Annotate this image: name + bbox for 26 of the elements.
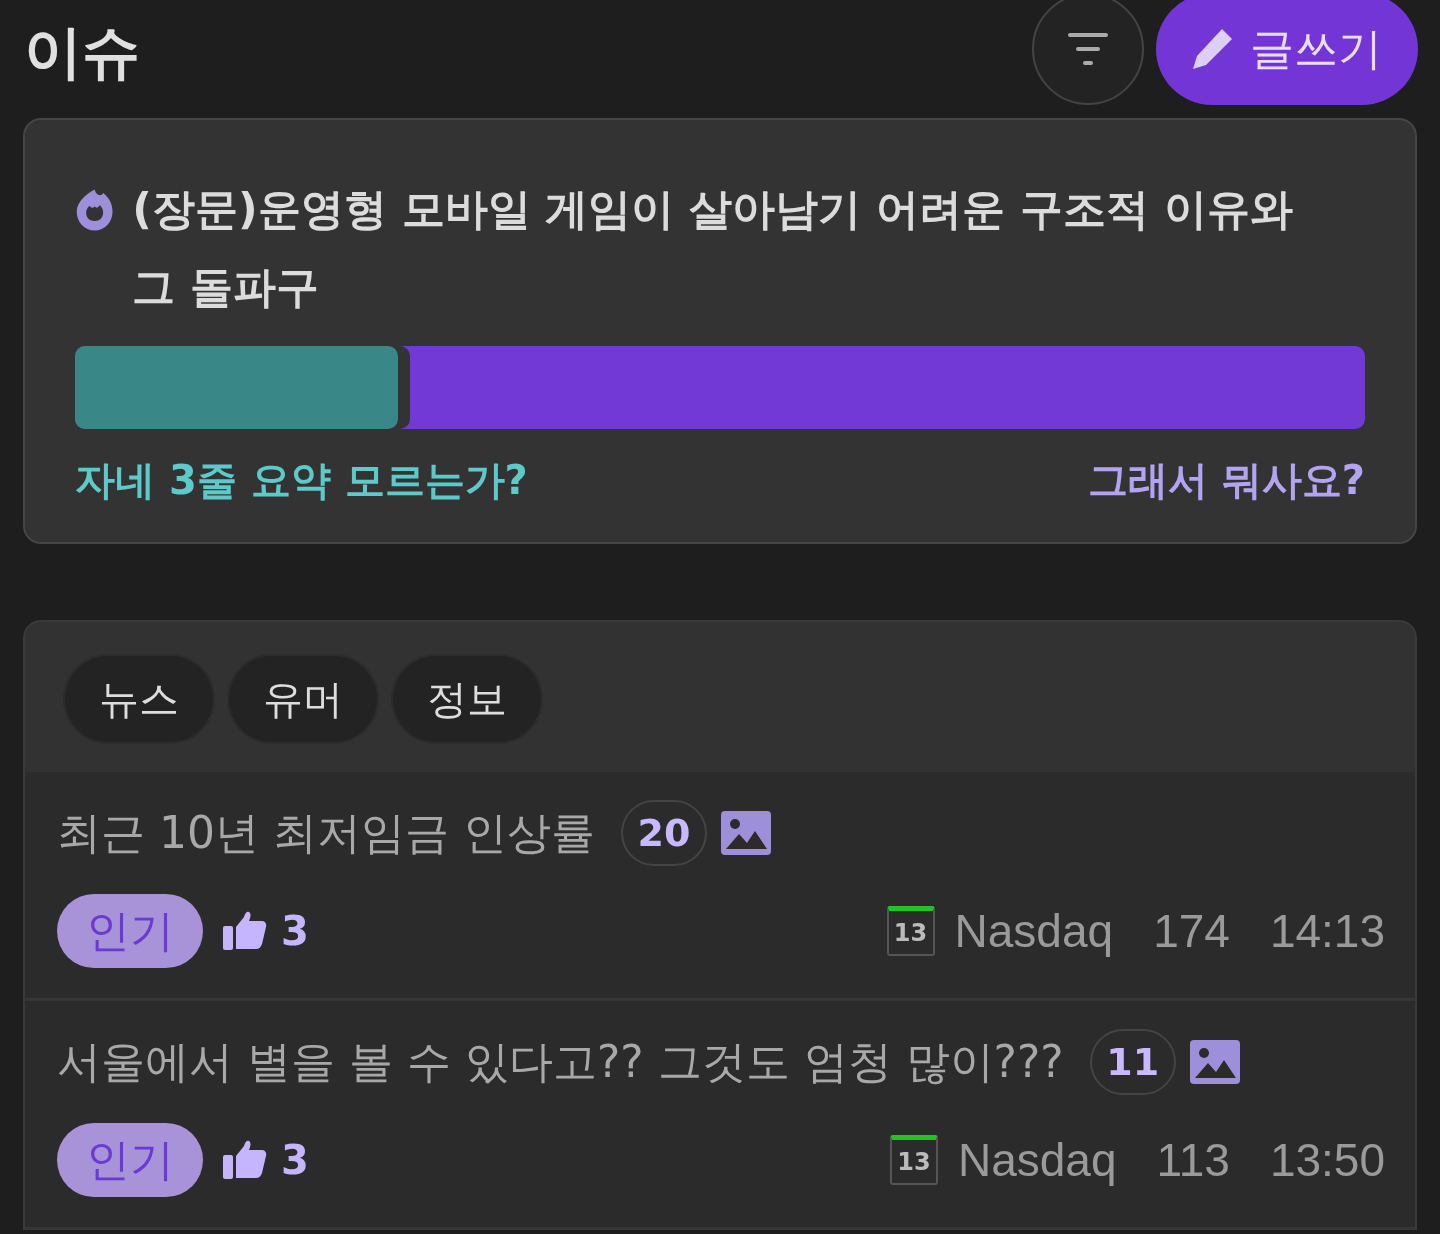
post-time: 13:50 [1269, 1133, 1385, 1187]
popular-badge: 인기 [57, 1123, 203, 1197]
poll-option-label: 그래서 뭐사요? [1087, 456, 1365, 505]
author-name: Nasdaq [954, 904, 1114, 958]
popular-badge: 인기 [57, 894, 203, 968]
page-title: 이슈 [24, 17, 141, 88]
thumbs-up-icon [223, 1140, 267, 1180]
comment-count: 20 [620, 800, 707, 866]
like-count: 3 [281, 908, 309, 954]
thumbs-up-icon [223, 911, 267, 951]
like-count: 3 [281, 1137, 309, 1183]
author-name: Nasdaq [957, 1133, 1117, 1187]
category-tab[interactable]: 뉴스 [63, 654, 215, 744]
post-time: 14:13 [1269, 904, 1385, 958]
category-tab[interactable]: 정보 [391, 654, 543, 744]
level-badge: 13 [889, 1135, 938, 1185]
write-button[interactable]: 글쓰기 [1156, 0, 1418, 105]
category-tab[interactable]: 유머 [227, 654, 379, 744]
post-title: 최근 10년 최저임금 인상률 [57, 805, 595, 860]
featured-title[interactable]: (장문)운영형 모바일 게임이 살아남기 어려운 구조적 이유와 그 돌파구 [132, 170, 1365, 326]
level-badge: 13 [886, 906, 935, 956]
poll-option-label: 자네 3줄 요약 모르는가? [75, 456, 528, 505]
view-count: 113 [1156, 1133, 1230, 1187]
post-title: 서울에서 별을 볼 수 있다고?? 그것도 엄청 많이??? [57, 1034, 1064, 1089]
comment-count: 11 [1089, 1029, 1176, 1095]
view-count: 174 [1153, 904, 1230, 958]
